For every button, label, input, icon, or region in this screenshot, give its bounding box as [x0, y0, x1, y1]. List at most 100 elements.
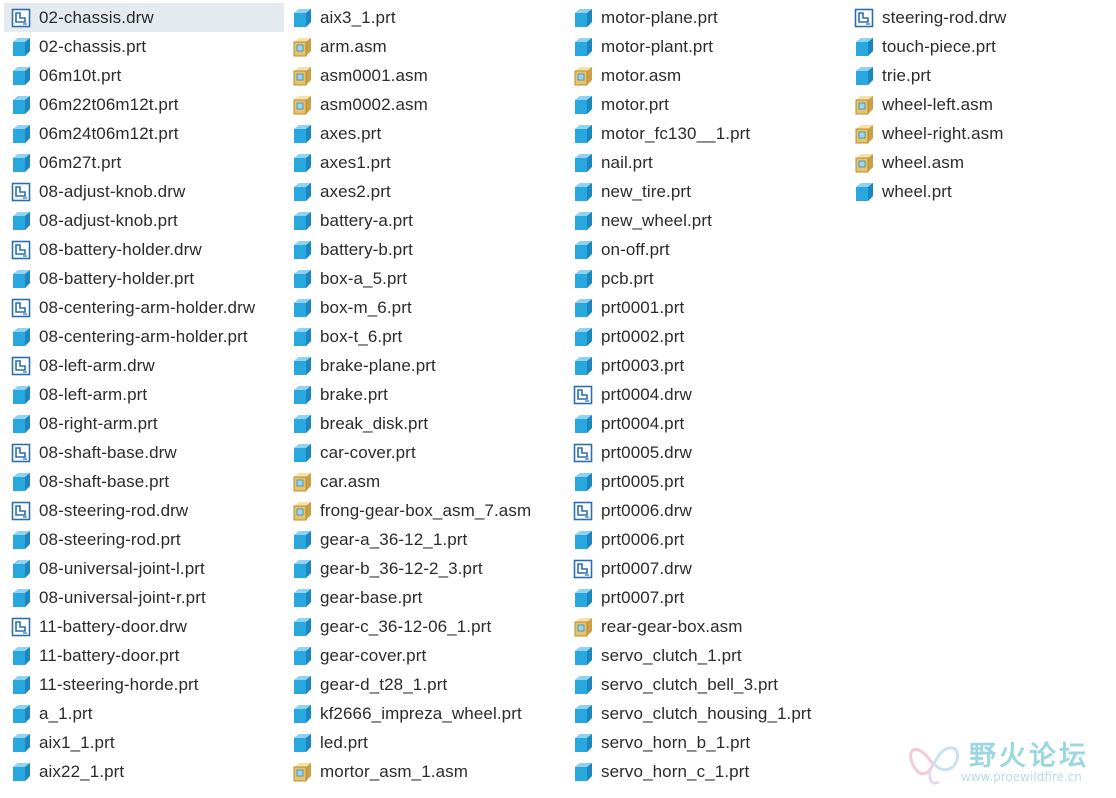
- part-cube-icon: [572, 732, 594, 754]
- file-item[interactable]: prt0006.prt: [566, 525, 841, 554]
- file-item[interactable]: battery-b.prt: [285, 235, 560, 264]
- file-item[interactable]: asm0002.asm: [285, 90, 560, 119]
- file-item[interactable]: 08-battery-holder.drw: [4, 235, 284, 264]
- file-item[interactable]: 08-left-arm.prt: [4, 380, 284, 409]
- file-item[interactable]: motor.asm: [566, 61, 841, 90]
- file-item[interactable]: rear-gear-box.asm: [566, 612, 841, 641]
- file-item[interactable]: axes1.prt: [285, 148, 560, 177]
- part-cube-icon: [10, 152, 32, 174]
- part-cube-icon: [10, 36, 32, 58]
- file-item[interactable]: prt0001.prt: [566, 293, 841, 322]
- file-item[interactable]: car.asm: [285, 467, 560, 496]
- file-item[interactable]: trie.prt: [847, 61, 1112, 90]
- file-item[interactable]: 06m27t.prt: [4, 148, 284, 177]
- file-item[interactable]: prt0004.prt: [566, 409, 841, 438]
- file-item[interactable]: led.prt: [285, 728, 560, 757]
- file-item[interactable]: axes2.prt: [285, 177, 560, 206]
- file-item[interactable]: servo_clutch_housing_1.prt: [566, 699, 841, 728]
- file-item[interactable]: servo_clutch_bell_3.prt: [566, 670, 841, 699]
- file-item[interactable]: motor.prt: [566, 90, 841, 119]
- file-item[interactable]: pcb.prt: [566, 264, 841, 293]
- file-name: arm.asm: [320, 36, 387, 56]
- file-item[interactable]: servo_horn_b_1.prt: [566, 728, 841, 757]
- part-cube-icon: [572, 152, 594, 174]
- file-item[interactable]: 08-steering-rod.prt: [4, 525, 284, 554]
- file-item[interactable]: touch-piece.prt: [847, 32, 1112, 61]
- file-item[interactable]: servo_clutch_1.prt: [566, 641, 841, 670]
- file-item[interactable]: gear-d_t28_1.prt: [285, 670, 560, 699]
- file-item[interactable]: motor-plane.prt: [566, 3, 841, 32]
- file-item[interactable]: brake-plane.prt: [285, 351, 560, 380]
- file-item[interactable]: wheel.prt: [847, 177, 1112, 206]
- file-item[interactable]: 08-universal-joint-r.prt: [4, 583, 284, 612]
- file-item[interactable]: wheel-left.asm: [847, 90, 1112, 119]
- file-item[interactable]: asm0001.asm: [285, 61, 560, 90]
- file-item[interactable]: aix22_1.prt: [4, 757, 284, 786]
- file-item[interactable]: 06m10t.prt: [4, 61, 284, 90]
- file-item[interactable]: prt0007.drw: [566, 554, 841, 583]
- file-item[interactable]: 06m24t06m12t.prt: [4, 119, 284, 148]
- file-item[interactable]: nail.prt: [566, 148, 841, 177]
- file-item[interactable]: a_1.prt: [4, 699, 284, 728]
- file-item[interactable]: 08-adjust-knob.prt: [4, 206, 284, 235]
- file-item[interactable]: 02-chassis.prt: [4, 32, 284, 61]
- file-item[interactable]: box-m_6.prt: [285, 293, 560, 322]
- file-item[interactable]: motor_fc130__1.prt: [566, 119, 841, 148]
- file-name: prt0005.drw: [601, 442, 692, 462]
- file-item[interactable]: wheel-right.asm: [847, 119, 1112, 148]
- file-name: servo_clutch_bell_3.prt: [601, 674, 779, 694]
- file-item[interactable]: aix1_1.prt: [4, 728, 284, 757]
- file-item[interactable]: 08-battery-holder.prt: [4, 264, 284, 293]
- file-item[interactable]: aix3_1.prt: [285, 3, 560, 32]
- part-cube-icon: [572, 471, 594, 493]
- file-item[interactable]: 08-adjust-knob.drw: [4, 177, 284, 206]
- file-item[interactable]: 08-centering-arm-holder.prt: [4, 322, 284, 351]
- file-item[interactable]: car-cover.prt: [285, 438, 560, 467]
- file-item[interactable]: mortor_asm_1.asm: [285, 757, 560, 786]
- file-item[interactable]: kf2666_impreza_wheel.prt: [285, 699, 560, 728]
- file-item[interactable]: 11-battery-door.drw: [4, 612, 284, 641]
- file-item[interactable]: 11-steering-horde.prt: [4, 670, 284, 699]
- file-item[interactable]: prt0004.drw: [566, 380, 841, 409]
- file-item[interactable]: gear-c_36-12-06_1.prt: [285, 612, 560, 641]
- file-item[interactable]: gear-a_36-12_1.prt: [285, 525, 560, 554]
- file-item[interactable]: 11-battery-door.prt: [4, 641, 284, 670]
- file-item[interactable]: prt0007.prt: [566, 583, 841, 612]
- file-item[interactable]: axes.prt: [285, 119, 560, 148]
- file-item[interactable]: servo_horn_c_1.prt: [566, 757, 841, 786]
- file-item[interactable]: brake.prt: [285, 380, 560, 409]
- file-item[interactable]: gear-b_36-12-2_3.prt: [285, 554, 560, 583]
- file-item[interactable]: 08-shaft-base.prt: [4, 467, 284, 496]
- file-name: 08-left-arm.prt: [39, 384, 148, 404]
- file-item[interactable]: battery-a.prt: [285, 206, 560, 235]
- file-item[interactable]: 08-steering-rod.drw: [4, 496, 284, 525]
- file-item[interactable]: prt0003.prt: [566, 351, 841, 380]
- file-item[interactable]: frong-gear-box_asm_7.asm: [285, 496, 560, 525]
- file-item[interactable]: prt0005.prt: [566, 467, 841, 496]
- file-item[interactable]: box-a_5.prt: [285, 264, 560, 293]
- file-item[interactable]: 08-shaft-base.drw: [4, 438, 284, 467]
- file-item[interactable]: break_disk.prt: [285, 409, 560, 438]
- file-item[interactable]: 08-universal-joint-l.prt: [4, 554, 284, 583]
- file-item[interactable]: steering-rod.drw: [847, 3, 1112, 32]
- file-item[interactable]: prt0005.drw: [566, 438, 841, 467]
- file-item[interactable]: box-t_6.prt: [285, 322, 560, 351]
- file-item[interactable]: on-off.prt: [566, 235, 841, 264]
- file-item[interactable]: 08-right-arm.prt: [4, 409, 284, 438]
- file-item[interactable]: prt0002.prt: [566, 322, 841, 351]
- file-item[interactable]: gear-base.prt: [285, 583, 560, 612]
- file-item[interactable]: wheel.asm: [847, 148, 1112, 177]
- file-item[interactable]: 08-centering-arm-holder.drw: [4, 293, 284, 322]
- file-item[interactable]: arm.asm: [285, 32, 560, 61]
- file-item[interactable]: new_wheel.prt: [566, 206, 841, 235]
- file-item[interactable]: 02-chassis.drw: [4, 3, 284, 32]
- file-name: 08-battery-holder.drw: [39, 239, 202, 259]
- part-cube-icon: [10, 65, 32, 87]
- file-item[interactable]: 08-left-arm.drw: [4, 351, 284, 380]
- file-name: 06m27t.prt: [39, 152, 122, 172]
- file-item[interactable]: gear-cover.prt: [285, 641, 560, 670]
- file-item[interactable]: 06m22t06m12t.prt: [4, 90, 284, 119]
- file-item[interactable]: motor-plant.prt: [566, 32, 841, 61]
- file-item[interactable]: prt0006.drw: [566, 496, 841, 525]
- file-item[interactable]: new_tire.prt: [566, 177, 841, 206]
